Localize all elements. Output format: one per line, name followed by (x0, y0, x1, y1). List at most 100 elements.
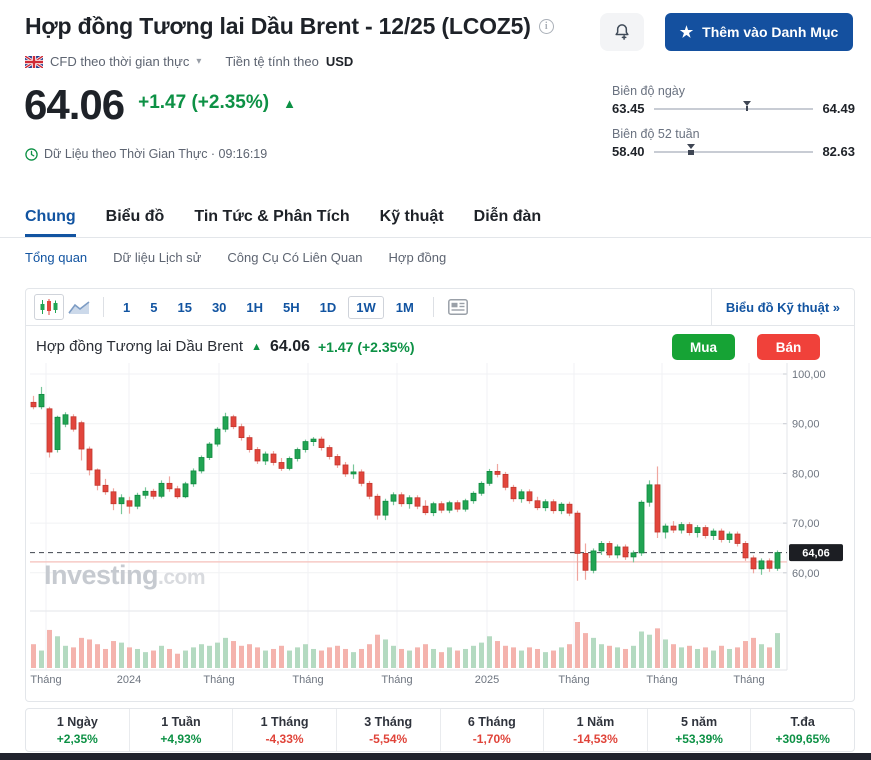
performance-value: -5,54% (369, 731, 408, 746)
performance-cell: 3 Tháng -5,54% (335, 709, 440, 751)
svg-text:Tháng: Tháng (733, 674, 764, 686)
area-chart-button[interactable] (64, 294, 94, 320)
create-alert-button[interactable] (600, 13, 644, 51)
svg-text:70,00: 70,00 (792, 518, 820, 530)
timeframe-1d[interactable]: 1D (312, 296, 345, 319)
performance-cell: 1 Tháng -4,33% (232, 709, 336, 751)
star-icon: ★ (679, 24, 694, 41)
day-range-label: Biên độ ngày (612, 84, 685, 98)
currency-value: USD (325, 54, 354, 69)
sub-tabs-bar: Tổng quan Dữ liệu Lịch sử Công Cụ Có Liên … (25, 250, 446, 265)
candlestick-icon (40, 299, 58, 315)
chart-toolbar: 1 5 15 30 1H 5H 1D 1W 1M Biểu đồ Kỹ thuật » (26, 289, 854, 326)
week52-range-slider: 58.40 82.63 (612, 143, 855, 159)
timeframe-list: 1 5 15 30 1H 5H 1D 1W 1M (113, 295, 424, 319)
subtab-du-lieu-lich-su[interactable]: Dữ liệu Lịch sử (113, 250, 201, 265)
performance-cell: T.đa +309,65% (750, 709, 854, 751)
week52-range-high: 82.63 (822, 144, 855, 159)
tab-bieu-do[interactable]: Biểu đồ (106, 198, 165, 237)
performance-value: +53,39% (675, 731, 723, 746)
news-panel-icon (447, 299, 468, 315)
week52-range-marker (686, 143, 695, 155)
clock-icon (25, 147, 38, 161)
last-price: 64.06 (24, 81, 125, 128)
page-header: Hợp đồng Tương lai Dầu Brent - 12/25 (LC… (25, 13, 554, 40)
day-range-slider: 63.45 64.49 (612, 100, 855, 116)
tab-chung[interactable]: Chung (25, 198, 76, 237)
tab-ky-thuat[interactable]: Kỹ thuật (380, 198, 444, 237)
tab-tin-tuc-phan-tich[interactable]: Tin Tức & Phân Tích (194, 198, 349, 237)
performance-value: +309,65% (775, 731, 830, 746)
performance-value: +4,93% (160, 731, 202, 746)
performance-value: -1,70% (472, 731, 511, 746)
price-chart[interactable]: Tháng 2024 Tháng Tháng Tháng 2025 Tháng Tháng Th… (26, 326, 854, 702)
page-title: Hợp đồng Tương lai Dầu Brent - 12/25 (LC… (25, 13, 531, 39)
day-range-low: 63.45 (612, 101, 645, 116)
performance-cell: 1 Ngày +2,35% (26, 709, 129, 751)
chart-last-price: 64.06 (269, 337, 310, 355)
bell-plus-icon (615, 24, 629, 40)
svg-text:Tháng: Tháng (292, 674, 323, 686)
chart-price-change: +1.47 (+2.35%) (318, 338, 415, 355)
page-footer-bar (0, 753, 871, 760)
timeframe-1[interactable]: 1 (115, 296, 138, 319)
news-panel-button[interactable] (442, 294, 473, 320)
performance-value: +2,35% (56, 731, 98, 746)
instrument-page: Hợp đồng Tương lai Dầu Brent - 12/25 (LC… (0, 0, 871, 760)
subtab-tong-quan[interactable]: Tổng quan (25, 250, 87, 265)
week52-range-label: Biên độ 52 tuần (612, 127, 700, 141)
svg-text:Tháng: Tháng (646, 674, 677, 686)
performance-cell: 1 Tuần +4,93% (128, 709, 233, 751)
svg-text:100,00: 100,00 (792, 369, 826, 381)
chart-title: Hợp đồng Tương lai Dầu Brent (36, 338, 244, 355)
svg-text:Tháng: Tháng (381, 674, 412, 686)
day-range-high: 64.49 (822, 101, 855, 116)
chevron-down-icon[interactable]: ▾ (196, 56, 201, 67)
watermark: Investing.com (44, 560, 205, 590)
performance-period-label: T.đa (790, 714, 815, 729)
last-price-tag: 64,06 (789, 544, 843, 562)
performance-cell: 1 Năm -14,53% (543, 709, 647, 751)
svg-text:Tháng: Tháng (203, 674, 234, 686)
svg-text:2025: 2025 (475, 674, 499, 686)
day-range-marker (743, 100, 752, 111)
performance-value: -4,33% (265, 731, 304, 746)
chart-up-arrow-icon: ▲ (251, 340, 262, 353)
performance-cell: 5 năm +53,39% (646, 709, 751, 751)
market-type-label[interactable]: CFD theo thời gian thực (50, 54, 189, 69)
performance-value: -14,53% (573, 731, 618, 746)
sell-button[interactable]: Bán (757, 334, 820, 360)
buy-button[interactable]: Mua (672, 334, 735, 360)
timeframe-30[interactable]: 30 (204, 296, 234, 319)
timeframe-1m[interactable]: 1M (388, 296, 422, 319)
range-panel: Biên độ ngày 63.45 64.49 Biên độ 52 tuần… (612, 84, 855, 170)
svg-text:80,00: 80,00 (792, 468, 820, 480)
svg-text:Tháng: Tháng (30, 674, 61, 686)
subtab-hop-dong[interactable]: Hợp đồng (389, 250, 447, 265)
technical-chart-link[interactable]: Biểu đồ Kỹ thuật » (726, 300, 840, 315)
currency-label: Tiền tệ tính theo (225, 54, 319, 69)
add-to-watchlist-button[interactable]: ★ Thêm vào Danh Mục (665, 13, 853, 51)
performance-period-label: 1 Ngày (56, 714, 98, 729)
candlestick-chart-button[interactable] (34, 294, 64, 320)
performance-period-label: 1 Tuần (161, 714, 201, 729)
performance-period-label: 1 Năm (576, 714, 615, 729)
timeframe-15[interactable]: 15 (169, 296, 199, 319)
timeframe-5[interactable]: 5 (142, 296, 165, 319)
svg-text:60,00: 60,00 (792, 568, 820, 580)
performance-period-label: 3 Tháng (364, 714, 413, 729)
area-chart-icon (68, 300, 90, 314)
timeframe-1h[interactable]: 1H (238, 296, 271, 319)
chart-region: Hợp đồng Tương lai Dầu Brent ▲ 64.06 +1.… (26, 326, 854, 702)
svg-text:Tháng: Tháng (558, 674, 589, 686)
timeframe-5h[interactable]: 5H (275, 296, 308, 319)
performance-strip: 1 Ngày +2,35% 1 Tuần +4,93% 1 Tháng -4,33% 3 T… (25, 708, 855, 752)
tab-dien-dan[interactable]: Diễn đàn (474, 198, 542, 237)
candlestick-series (30, 386, 781, 581)
week52-range-low: 58.40 (612, 144, 645, 159)
timeframe-1w[interactable]: 1W (348, 295, 384, 319)
svg-text:64,06: 64,06 (802, 548, 830, 560)
subtab-cong-cu-co-lien-quan[interactable]: Công Cụ Có Liên Quan (227, 250, 362, 265)
chart-header: Hợp đồng Tương lai Dầu Brent ▲ 64.06 +1.… (36, 333, 844, 360)
info-icon[interactable]: i (538, 19, 554, 34)
